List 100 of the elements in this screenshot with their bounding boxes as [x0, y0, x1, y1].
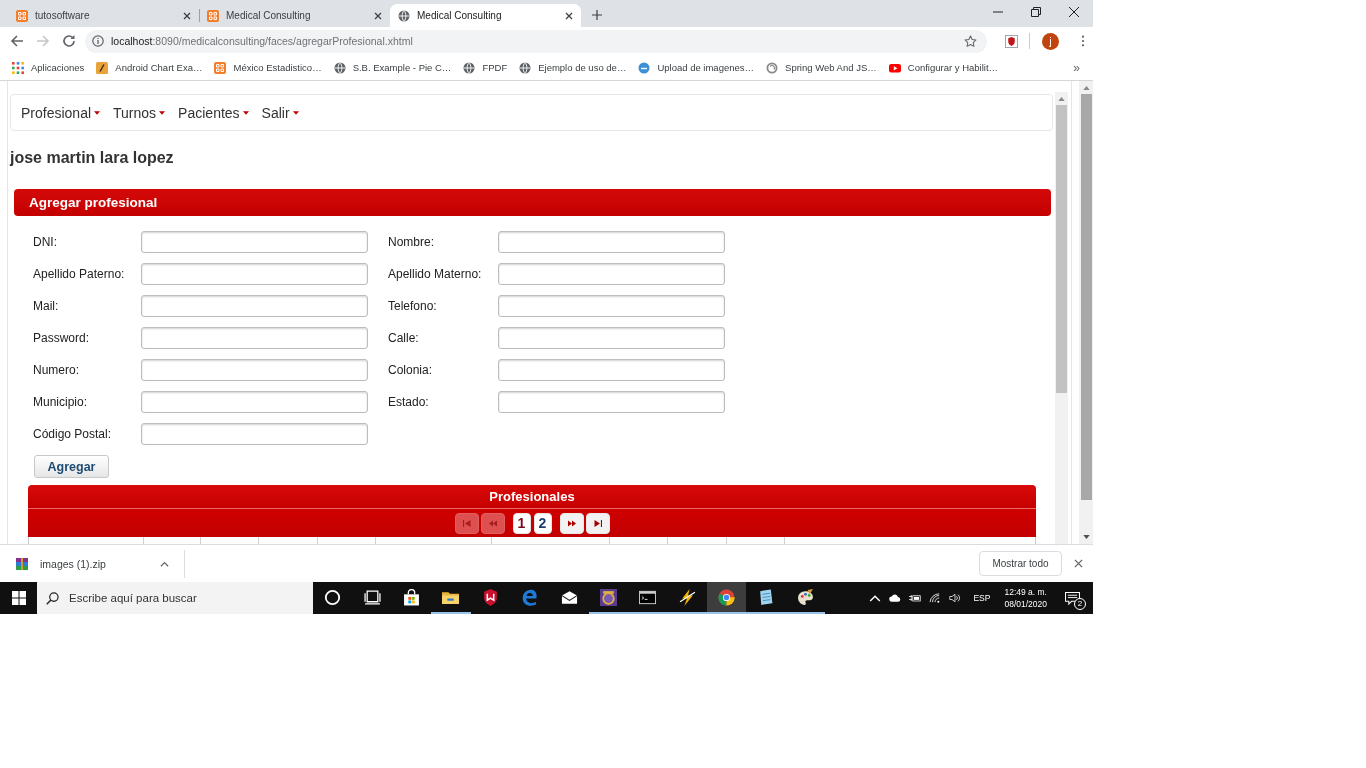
input-field[interactable] [498, 359, 725, 381]
more-bookmarks-button[interactable]: » [1073, 60, 1080, 75]
input-field[interactable] [498, 327, 725, 349]
notification-count: 2 [1074, 597, 1086, 610]
bookmark[interactable]: Configurar y Habilit… [888, 61, 999, 74]
submit-button[interactable]: Agregar [34, 455, 109, 478]
search-field[interactable]: Escribe aquí para buscar [37, 582, 313, 614]
bookmark[interactable]: Aplicaciones [12, 61, 85, 74]
close-icon[interactable] [1069, 7, 1079, 17]
skip-start-icon [462, 519, 471, 527]
notification-icon[interactable] [1065, 591, 1080, 605]
field-label: Apellido Paterno: [33, 267, 126, 281]
input-field[interactable] [141, 359, 368, 381]
close-icon[interactable] [1074, 559, 1083, 568]
app-logo-icon [16, 9, 28, 22]
reload-icon[interactable] [62, 34, 76, 48]
cloud-icon[interactable] [889, 593, 902, 603]
language-indicator[interactable]: ESP [973, 593, 991, 603]
scroll-up-icon[interactable] [1082, 86, 1090, 90]
menu-item[interactable]: Profesional [21, 104, 101, 121]
terminal-icon [639, 588, 657, 606]
globe-icon [398, 9, 410, 22]
taskbar-app-button[interactable] [706, 582, 747, 614]
browser-tab[interactable]: Medical Consulting [199, 4, 390, 27]
scrollbar[interactable] [1055, 92, 1068, 544]
input-field[interactable] [141, 391, 368, 413]
field-label: Apellido Materno: [388, 267, 483, 281]
scrollbar[interactable] [1079, 81, 1093, 544]
close-icon[interactable] [565, 11, 573, 20]
chevron-up-icon[interactable] [869, 593, 882, 603]
input-field[interactable] [141, 327, 368, 349]
show-all-button[interactable]: Mostrar todo [979, 551, 1062, 576]
shield-icon[interactable] [1005, 34, 1018, 48]
table-title: Profesionales [28, 485, 1036, 509]
menu-item[interactable]: Turnos [113, 104, 166, 121]
back-icon[interactable] [10, 34, 24, 48]
input-field[interactable] [498, 263, 725, 285]
wifi-icon[interactable] [929, 593, 942, 603]
scroll-down-icon[interactable] [1082, 535, 1090, 539]
info-icon[interactable] [92, 35, 104, 47]
input-field[interactable] [141, 231, 368, 253]
caret-icon [292, 110, 299, 115]
input-field[interactable] [141, 263, 368, 285]
browser-tab[interactable]: Medical Consulting [390, 4, 581, 27]
star-icon[interactable] [964, 34, 977, 48]
restore-icon[interactable] [1031, 7, 1041, 17]
scroll-up-icon[interactable] [1058, 97, 1065, 101]
badge-icon [599, 588, 617, 606]
address-bar[interactable]: localhost:8090/medicalconsulting/faces/agregarProfesional.xhtml [85, 29, 987, 53]
input-field[interactable] [498, 231, 725, 253]
archive-icon [16, 557, 28, 570]
more-icon[interactable] [1081, 35, 1085, 47]
field-label: Estado: [388, 395, 430, 409]
tile-icon [96, 61, 109, 74]
field-label: Calle: [388, 331, 420, 345]
caret-icon [159, 110, 166, 115]
download-item[interactable]: images (1).zip [0, 545, 169, 582]
input-field[interactable] [141, 295, 368, 317]
apps-grid-icon [12, 61, 24, 74]
profile-avatar[interactable]: j [1042, 32, 1059, 50]
volume-icon[interactable] [949, 593, 962, 603]
user-name: jose martin lara lopez [10, 149, 175, 167]
field-label: Mail: [33, 299, 60, 313]
close-icon[interactable] [374, 11, 382, 20]
bookmark[interactable]: México Estadistico… [214, 61, 322, 74]
close-icon[interactable] [183, 11, 191, 20]
bookmark[interactable]: Upload de imagenes… [638, 61, 755, 74]
scrollbar-thumb[interactable] [1080, 94, 1092, 500]
bookmark[interactable]: S.B. Example - Pie C… [333, 61, 452, 74]
plus-icon[interactable] [592, 10, 602, 20]
windows-logo-icon [11, 591, 26, 605]
palette-icon [796, 588, 814, 606]
last-page-button[interactable] [585, 512, 610, 534]
field-label: DNI: [33, 235, 58, 249]
input-field[interactable] [498, 391, 725, 413]
globe-icon [463, 61, 476, 74]
input-field[interactable] [498, 295, 725, 317]
field-label: Colonia: [388, 363, 434, 377]
menu-item[interactable]: Salir [261, 104, 299, 121]
next-page-button[interactable] [559, 512, 584, 534]
scrollbar-thumb[interactable] [1056, 105, 1067, 393]
page-button[interactable]: 2 [533, 512, 552, 534]
bookmark[interactable]: Ejemplo de uso de… [519, 61, 627, 74]
shopping-bag-icon [402, 588, 420, 606]
field-label: Telefono: [388, 299, 438, 313]
battery-icon[interactable] [909, 593, 922, 603]
notepad-icon [757, 588, 775, 606]
clock[interactable]: 12:49 a. m. 08/01/2020 [1004, 586, 1047, 610]
browser-tab[interactable]: tutosoftware [8, 4, 199, 27]
field-label: Municipio: [33, 395, 89, 409]
bookmark[interactable]: FPDF [463, 61, 508, 74]
search-icon [46, 591, 59, 605]
bookmark[interactable]: Android Chart Exa… [96, 61, 203, 74]
menu-item[interactable]: Pacientes [178, 104, 249, 121]
envelope-icon [560, 588, 578, 606]
page-button[interactable]: 1 [512, 512, 531, 534]
input-field[interactable] [141, 423, 368, 445]
globe-icon [519, 61, 532, 74]
bookmark[interactable]: Spring Web And JS… [766, 61, 877, 74]
fast-forward-icon [567, 519, 576, 527]
